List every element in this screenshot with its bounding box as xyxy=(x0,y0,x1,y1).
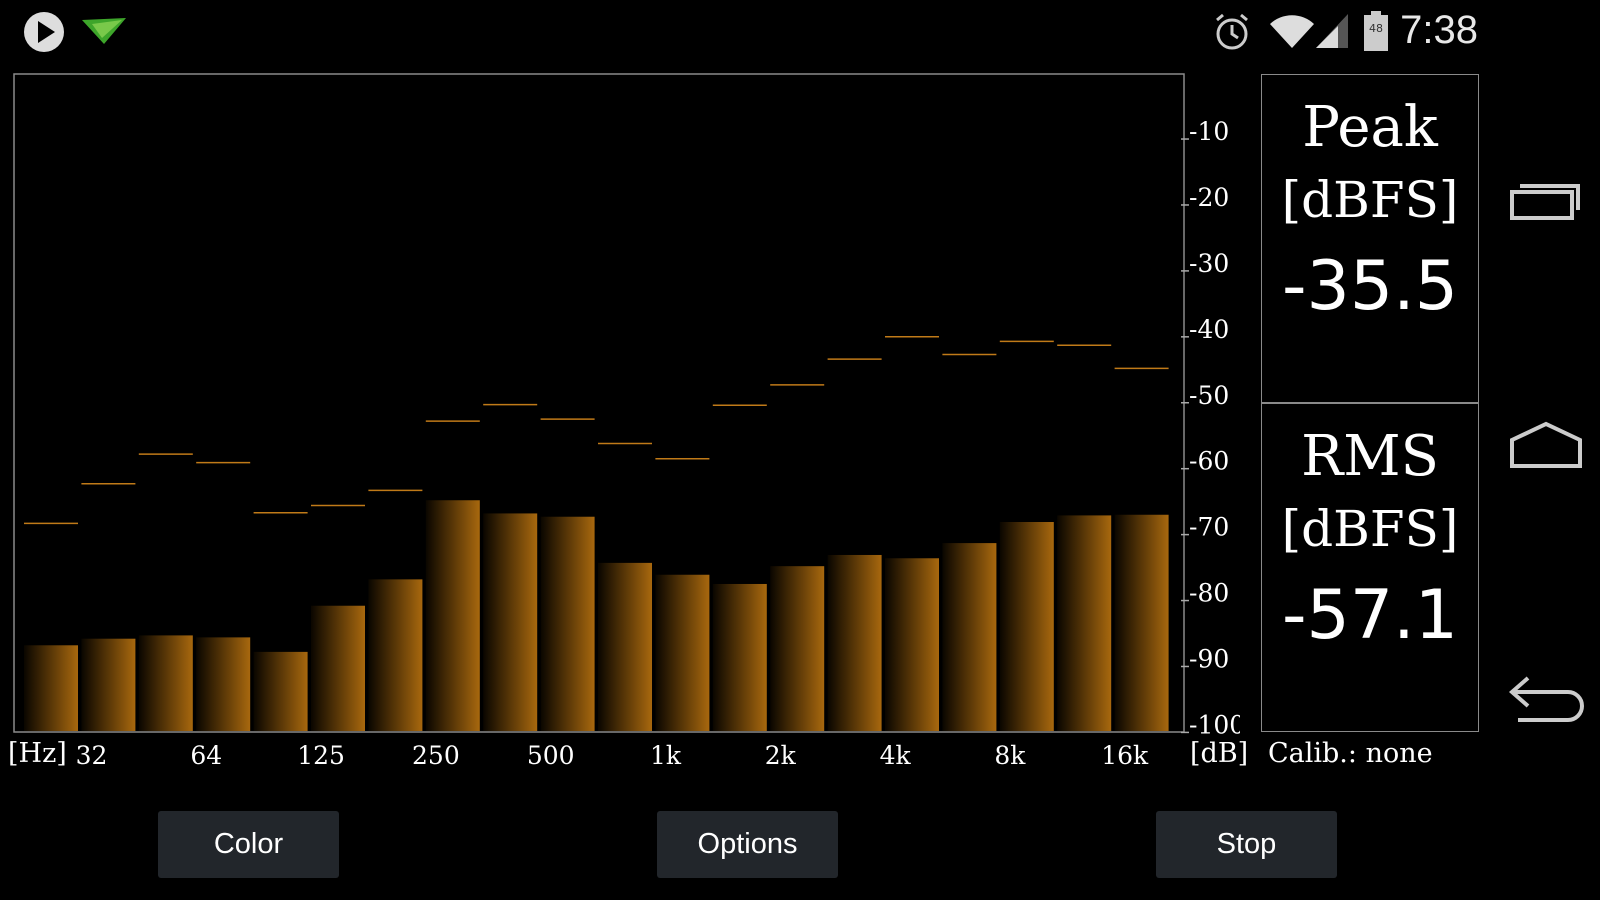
spectrum-bar xyxy=(540,516,595,731)
spectrum-bar xyxy=(368,579,423,731)
spectrum-bar xyxy=(655,574,710,731)
rms-panel: RMS [dBFS] -57.1 xyxy=(1261,403,1479,732)
x-tick-label: 64 xyxy=(190,741,222,770)
spectrum-bar xyxy=(827,554,882,731)
spectrum-bar xyxy=(253,651,308,731)
x-tick-label: 500 xyxy=(527,741,575,770)
y-tick-label: -10 xyxy=(1189,117,1229,146)
x-axis-unit: [Hz] xyxy=(8,738,67,769)
bars-layer xyxy=(24,500,1169,731)
options-button[interactable]: Options xyxy=(657,811,838,878)
back-icon[interactable] xyxy=(1508,674,1588,726)
x-tick-label: 2k xyxy=(765,741,797,770)
x-tick-label: 1k xyxy=(650,741,682,770)
color-button[interactable]: Color xyxy=(158,811,339,878)
stop-button[interactable]: Stop xyxy=(1156,811,1337,878)
rms-unit: [dBFS] xyxy=(1281,500,1459,558)
recent-apps-icon[interactable] xyxy=(1508,178,1584,222)
clock: 7:38 xyxy=(1400,8,1478,52)
y-tick-label: -60 xyxy=(1189,447,1229,476)
signal-icon xyxy=(1316,14,1348,48)
x-tick-label: 250 xyxy=(412,741,460,770)
y-tick-label: -20 xyxy=(1189,183,1229,212)
y-tick-label: -30 xyxy=(1189,249,1229,278)
x-tick-label: 32 xyxy=(76,741,108,770)
x-tick-label: 8k xyxy=(994,741,1026,770)
spectrum-bar xyxy=(24,645,78,731)
peak-markers-layer xyxy=(24,335,1169,525)
peak-title: Peak xyxy=(1302,95,1438,160)
battery-icon: 48 xyxy=(1364,11,1388,51)
y-tick-label: -50 xyxy=(1189,381,1229,410)
peak-panel: Peak [dBFS] -35.5 xyxy=(1261,74,1479,403)
spectrum-bar xyxy=(999,522,1054,731)
calibration-label: Calib.: none xyxy=(1268,738,1433,769)
spectrum-bar xyxy=(138,635,193,731)
x-tick-label: 4k xyxy=(880,741,912,770)
battery-level: 48 xyxy=(1369,22,1383,35)
y-axis: -10 -20 -30 -40 -50 -60 -70 -80 -90 -100 xyxy=(1181,117,1240,739)
y-tick-label: -80 xyxy=(1189,579,1229,608)
spectrum-bar xyxy=(1057,515,1112,731)
y-tick-label: -70 xyxy=(1189,513,1229,542)
y-tick-label: -40 xyxy=(1189,315,1229,344)
spectrum-bar xyxy=(712,583,767,731)
rms-title: RMS xyxy=(1301,424,1439,489)
home-icon[interactable] xyxy=(1508,420,1584,470)
spectrum-bar xyxy=(483,513,538,731)
y-tick-label: -90 xyxy=(1189,644,1229,673)
x-axis: 32 64 125 250 500 1k 2k 4k 8k 16k xyxy=(76,741,1149,770)
spectrum-bar xyxy=(770,566,825,731)
spectrum-bar xyxy=(598,562,652,731)
peak-value: -35.5 xyxy=(1282,247,1458,326)
spectrum-bar xyxy=(942,543,997,731)
peak-unit: [dBFS] xyxy=(1281,171,1459,229)
spectrum-bar xyxy=(425,500,480,731)
spectrum-bar xyxy=(1114,514,1169,731)
x-tick-label: 16k xyxy=(1101,741,1149,770)
wifi-icon xyxy=(1270,15,1314,48)
spectrum-bar xyxy=(81,638,136,731)
y-tick-label: -100 xyxy=(1189,710,1240,739)
x-tick-label: 125 xyxy=(297,741,345,770)
rms-value: -57.1 xyxy=(1282,576,1458,655)
spectrum-chart: -10 -20 -30 -40 -50 -60 -70 -80 -90 -100 32 64 125 2… xyxy=(13,73,1240,770)
spectrum-bar xyxy=(196,637,251,731)
spectrum-bar xyxy=(885,558,939,731)
spectrum-bar xyxy=(311,605,365,731)
y-axis-unit: [dB] xyxy=(1190,738,1249,769)
